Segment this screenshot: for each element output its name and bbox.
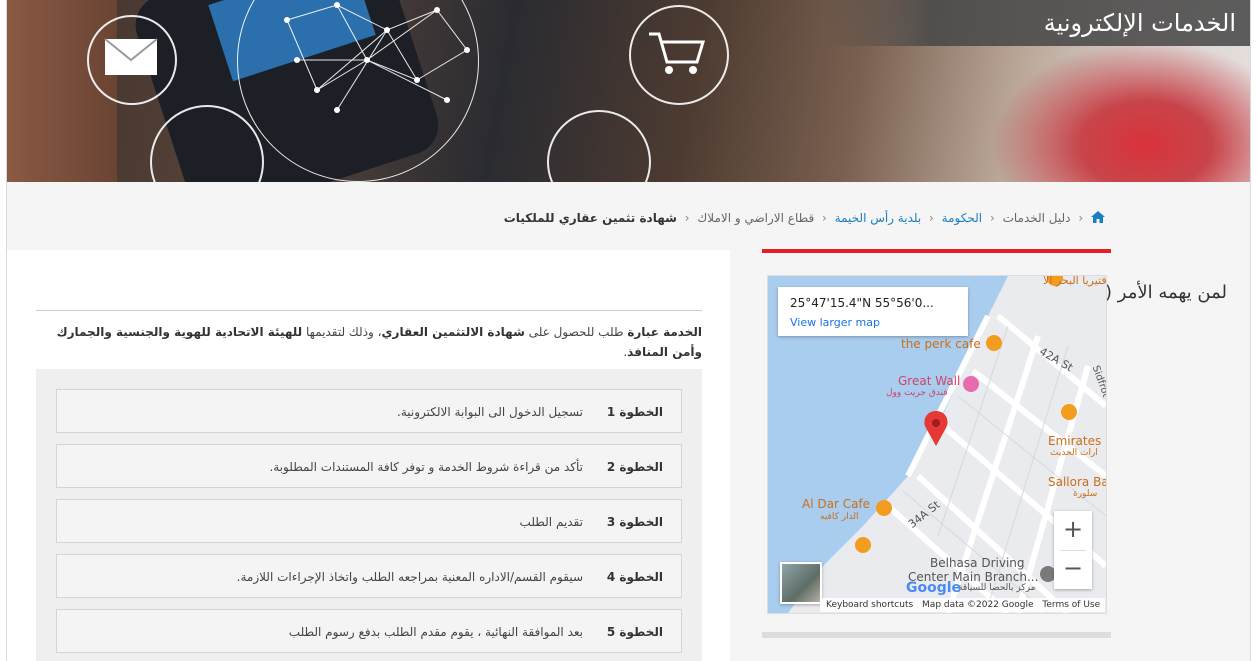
home-icon[interactable] [1091, 211, 1105, 223]
step-text: سيقوم القسم/الاداره المعنية بمراجعه الطل… [236, 570, 583, 584]
map-label: مركز بالحصا للسياقة [958, 583, 1036, 593]
hero-banner: الخدمات الإلكترونية [7, 0, 1250, 182]
breadcrumb-item-land-sector[interactable]: قطاع الاراضي و الاملاك [697, 211, 814, 225]
step-text: تأكد من قراءة شروط الخدمة و توفر كافة ال… [269, 460, 583, 474]
map-attribution: Keyboard shortcuts Map data ©2022 Google… [820, 598, 1105, 612]
map-label: الدار كافيه [820, 512, 859, 522]
banner-title: الخدمات الإلكترونية [823, 0, 1250, 46]
step-label: الخطوة 1 [606, 405, 663, 419]
step-item: الخطوة 3 تقديم الطلب [56, 499, 682, 543]
step-text: تسجيل الدخول الى البوابة الالكترونية. [397, 405, 583, 419]
step-label: الخطوة 3 [606, 515, 663, 529]
breadcrumb-item-services-guide[interactable]: دليل الخدمات [1003, 211, 1071, 225]
step-label: الخطوة 5 [606, 625, 663, 639]
google-logo: Google [906, 580, 962, 596]
breadcrumb-separator: ‹ [989, 211, 995, 225]
map-label: Belhasa Driving [930, 556, 1025, 570]
map-label: فندق جريت وول [886, 388, 948, 398]
ring-bottom-right [547, 110, 651, 182]
cart-icon [649, 32, 706, 74]
map-label: ارات الحديث [1050, 448, 1098, 458]
breadcrumb-separator: ‹ [822, 211, 827, 225]
breadcrumb-separator: ‹ [929, 211, 934, 225]
keyboard-shortcuts-link[interactable]: Keyboard shortcuts [826, 600, 913, 610]
breadcrumb: ‹ دليل الخدمات ‹ الحكومة ‹ بلدية رأس الخ… [504, 211, 1105, 225]
step-label: الخطوة 4 [606, 570, 663, 584]
envelope-icon [104, 38, 158, 75]
map-label: Sallora Ba [1048, 475, 1107, 489]
step-item: الخطوة 1 تسجيل الدخول الى البوابة الالكت… [56, 389, 682, 433]
map-data-credit: Map data ©2022 Google [922, 600, 1034, 610]
satellite-toggle[interactable] [780, 562, 822, 604]
steps-list: الخطوة 1 تسجيل الدخول الى البوابة الالكت… [36, 369, 702, 661]
step-item: الخطوة 4 سيقوم القسم/الاداره المعنية بمر… [56, 554, 682, 598]
step-item: الخطوة 2 تأكد من قراءة شروط الخدمة و توف… [56, 444, 682, 488]
desc-bold-certificate: شهادة الالتثمين العقاري [381, 325, 525, 339]
map-label: Emirates [1048, 434, 1102, 448]
accent-bar [762, 249, 1111, 253]
map-info-box: 25°47'15.4"N 55°56'0... View larger map [778, 287, 968, 336]
step-text: تقديم الطلب [519, 515, 583, 529]
step-item: الخطوة 5 بعد الموافقة النهائية ، يقوم مق… [56, 609, 682, 653]
banner-blur [990, 40, 1250, 182]
map-label: Great Wall [898, 374, 961, 388]
breadcrumb-separator: ‹ [1078, 211, 1084, 225]
map-label: سلورة [1073, 489, 1098, 499]
map-label: كافتيريا البحر الا... [1043, 275, 1107, 287]
terms-of-use-link[interactable]: Terms of Use [1042, 600, 1100, 610]
desc-text: طلب للحصول على [524, 325, 628, 339]
zoom-out-button[interactable]: − [1054, 550, 1092, 589]
zoom-in-button[interactable]: + [1054, 511, 1092, 550]
desc-bold-lead: الخدمة عبارة [627, 325, 702, 339]
desc-text: ، وذلك لتقديمها [302, 325, 382, 339]
breadcrumb-item-municipality[interactable]: بلدية رأس الخيمة [835, 211, 922, 225]
zoom-divider [1060, 550, 1086, 551]
map-label: Al Dar Cafe [802, 497, 871, 511]
map-coordinates: 25°47'15.4"N 55°56'0... [790, 296, 934, 310]
title-divider [36, 310, 702, 311]
map-zoom-control: + − [1054, 511, 1092, 589]
map-label: the perk cafe [901, 337, 981, 351]
breadcrumb-item-government[interactable]: الحكومة [942, 211, 982, 225]
map-bottom-strip [762, 632, 1111, 638]
breadcrumb-current: شهادة تثمين عقاري للملكيات [503, 211, 677, 225]
step-text: بعد الموافقة النهائية ، يقوم مقدم الطلب … [288, 625, 583, 639]
step-label: الخطوة 2 [606, 460, 663, 474]
service-description: الخدمة عبارة طلب للحصول على شهادة الالتث… [36, 322, 702, 362]
breadcrumb-separator: ‹ [684, 211, 690, 225]
view-larger-map-link[interactable]: View larger map [790, 316, 880, 329]
